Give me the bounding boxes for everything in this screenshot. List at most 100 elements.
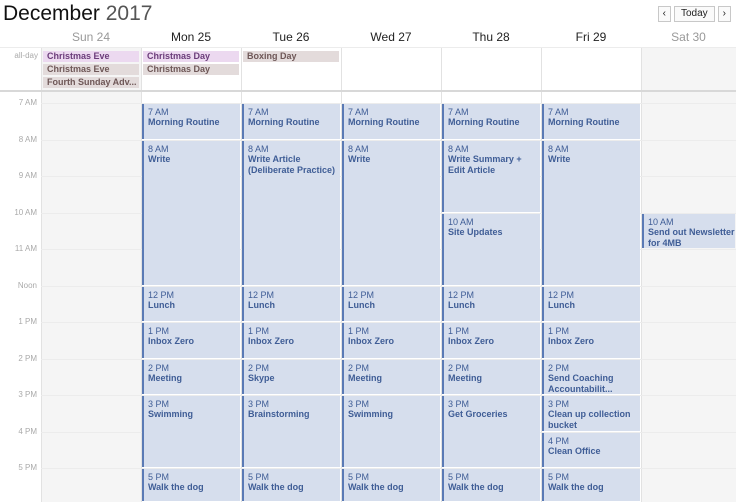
header-divider: [0, 47, 736, 48]
event-time: 1 PM: [548, 326, 570, 336]
calendar-event[interactable]: 3 PM Get Groceries: [442, 396, 540, 467]
calendar-event[interactable]: 3 PM Swimming: [342, 396, 440, 467]
event-time: 5 PM: [448, 472, 470, 482]
event-time: 2 PM: [148, 362, 170, 373]
calendar-event[interactable]: 1 PM Inbox Zero: [442, 323, 540, 358]
event-title: Walk the dog: [148, 482, 204, 492]
event-title: Morning Routine: [248, 117, 320, 127]
calendar-event[interactable]: 12 PM Lunch: [342, 286, 440, 321]
calendar-event[interactable]: 2 PM Meeting: [442, 359, 540, 394]
day-header[interactable]: Sat 30: [641, 30, 736, 44]
today-button[interactable]: Today: [673, 6, 715, 22]
event-title: Clean Office: [548, 445, 601, 456]
event-title: Lunch: [448, 299, 475, 310]
hour-label: 5 PM: [18, 463, 37, 472]
calendar-event[interactable]: 5 PM Walk the dog: [142, 469, 240, 501]
calendar-event[interactable]: 1 PM Inbox Zero: [142, 323, 240, 358]
calendar-event[interactable]: 7 AM Morning Routine: [142, 104, 240, 139]
calendar-event[interactable]: 7 AM Morning Routine: [342, 104, 440, 139]
calendar-event[interactable]: 7 AM Morning Routine: [442, 104, 540, 139]
event-title: Site Updates: [448, 226, 503, 237]
day-header[interactable]: Tue 26: [241, 30, 341, 44]
event-title: Lunch: [548, 299, 575, 310]
day-header[interactable]: Sun 24: [41, 30, 141, 44]
event-time: 8 AM: [248, 143, 269, 154]
event-time: 3 PM: [448, 399, 470, 409]
calendar-event[interactable]: 5 PM Walk the dog: [342, 469, 440, 501]
all-day-event[interactable]: Christmas Day: [143, 51, 239, 62]
day-header[interactable]: Mon 25: [141, 30, 241, 44]
calendar-event[interactable]: 5 PM Walk the dog: [442, 469, 540, 501]
calendar-event[interactable]: 1 PM Inbox Zero: [342, 323, 440, 358]
event-title: Lunch: [348, 299, 375, 310]
event-time: 7 AM: [248, 107, 269, 117]
calendar-event[interactable]: 8 AM Write: [542, 140, 640, 285]
navigation-controls: ‹ Today ›: [657, 6, 731, 22]
all-day-event[interactable]: Boxing Day: [243, 51, 339, 62]
calendar-event[interactable]: 3 PM Brainstorming: [242, 396, 340, 467]
weekend-column-bg: [641, 48, 736, 502]
calendar-event[interactable]: 1 PM Inbox Zero: [542, 323, 640, 358]
year-label: 2017: [105, 2, 153, 25]
hour-label: Noon: [17, 280, 37, 290]
calendar-event[interactable]: 3 PM Swimming: [142, 396, 240, 467]
event-time: 8 AM: [548, 143, 569, 154]
calendar-event[interactable]: 2 PM Skype: [242, 359, 340, 394]
event-title: Write: [548, 153, 571, 164]
hour-label: 4 PM: [18, 426, 37, 436]
event-time: 12 PM: [548, 289, 575, 300]
event-time: 7 AM: [148, 107, 169, 117]
calendar-event[interactable]: 3 PM Clean up collection bucket: [542, 396, 640, 431]
column-divider: [641, 48, 642, 502]
event-title: Send out Newsletter for 4MB: [648, 226, 735, 248]
event-title: Swimming: [148, 409, 194, 419]
day-header[interactable]: Wed 27: [341, 30, 441, 44]
event-time: 3 PM: [248, 399, 270, 409]
event-time: 3 PM: [348, 399, 370, 409]
calendar-event[interactable]: 12 PM Lunch: [442, 286, 540, 321]
calendar-event[interactable]: 8 AM Write: [142, 140, 240, 285]
all-day-separator: [0, 90, 736, 92]
calendar-event[interactable]: 12 PM Lunch: [242, 286, 340, 321]
day-header[interactable]: Thu 28: [441, 30, 541, 44]
all-day-event[interactable]: Christmas Eve: [43, 64, 139, 75]
calendar-event[interactable]: 8 AM Write Summary + Edit Article: [442, 140, 540, 212]
event-title: Walk the dog: [448, 482, 504, 492]
calendar-event[interactable]: 2 PM Send Coaching Accountabilit...: [542, 359, 640, 394]
all-day-event[interactable]: Christmas Eve: [43, 51, 139, 62]
event-time: 2 PM: [548, 362, 570, 373]
event-time: 4 PM: [548, 435, 570, 446]
calendar-event[interactable]: 2 PM Meeting: [142, 359, 240, 394]
event-title: Morning Routine: [148, 117, 220, 127]
calendar-event[interactable]: 7 AM Morning Routine: [242, 104, 340, 139]
event-title: Get Groceries: [448, 409, 508, 419]
event-time: 10 AM: [648, 216, 674, 227]
calendar-event[interactable]: 12 PM Lunch: [142, 286, 240, 321]
event-time: 5 PM: [148, 472, 170, 482]
all-day-label: all-day: [14, 51, 38, 60]
calendar-event[interactable]: 5 PM Walk the dog: [242, 469, 340, 501]
calendar-event[interactable]: 8 AM Write: [342, 140, 440, 285]
event-time: 2 PM: [348, 362, 370, 373]
month-label: December: [3, 2, 100, 25]
event-time: 2 PM: [248, 362, 270, 373]
event-time: 1 PM: [348, 326, 370, 336]
calendar-event[interactable]: 1 PM Inbox Zero: [242, 323, 340, 358]
day-header[interactable]: Fri 29: [541, 30, 641, 44]
calendar-event[interactable]: 7 AM Morning Routine: [542, 104, 640, 139]
chevron-right-icon[interactable]: ›: [717, 6, 731, 22]
calendar-event[interactable]: 12 PM Lunch: [542, 286, 640, 321]
calendar-event[interactable]: 2 PM Meeting: [342, 359, 440, 394]
event-title: Clean up collection bucket: [548, 409, 631, 430]
calendar-event[interactable]: 10 AM Site Updates: [442, 213, 540, 285]
all-day-event[interactable]: Fourth Sunday Adv...: [43, 77, 139, 88]
event-title: Inbox Zero: [448, 336, 495, 346]
all-day-event[interactable]: Christmas Day: [143, 64, 239, 75]
chevron-left-icon[interactable]: ‹: [657, 6, 671, 22]
calendar-event[interactable]: 10 AM Send out Newsletter for 4MB: [642, 213, 735, 248]
calendar-event[interactable]: 8 AM Write Article (Deliberate Practice): [242, 140, 340, 285]
event-title: Lunch: [148, 299, 175, 310]
calendar-event[interactable]: 4 PM Clean Office: [542, 432, 640, 467]
calendar-event[interactable]: 5 PM Walk the dog: [542, 469, 640, 501]
event-time: 7 AM: [548, 107, 569, 117]
